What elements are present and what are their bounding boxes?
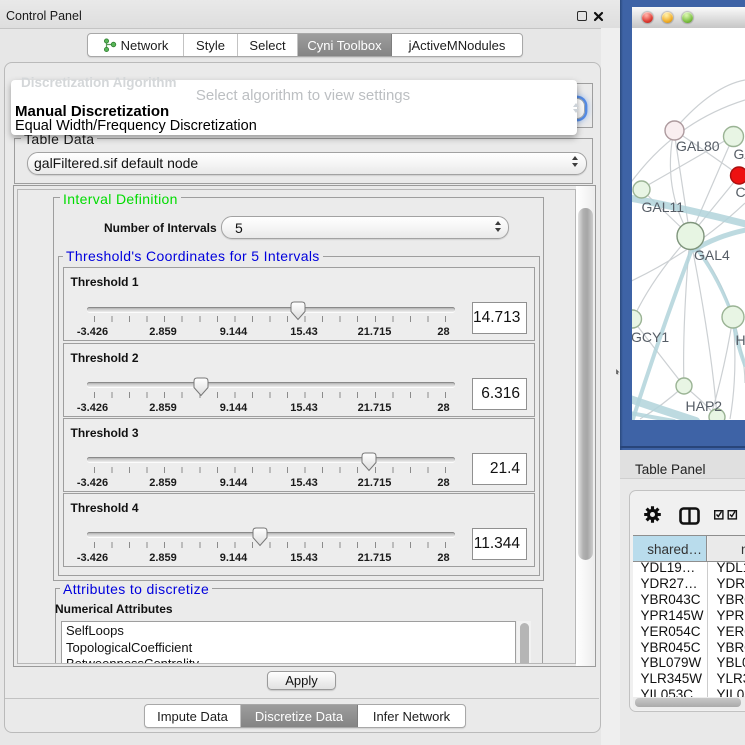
svg-text:GCY1: GCY1 [632,329,669,345]
svg-text:C: C [736,184,745,200]
svg-text:H: H [736,332,745,348]
svg-text:GAL4: GAL4 [694,247,730,263]
svg-text:GAL11: GAL11 [642,199,685,215]
svg-text:GA: GA [734,146,745,162]
svg-text:HAP2: HAP2 [686,398,723,414]
svg-text:GAL80: GAL80 [676,138,720,154]
